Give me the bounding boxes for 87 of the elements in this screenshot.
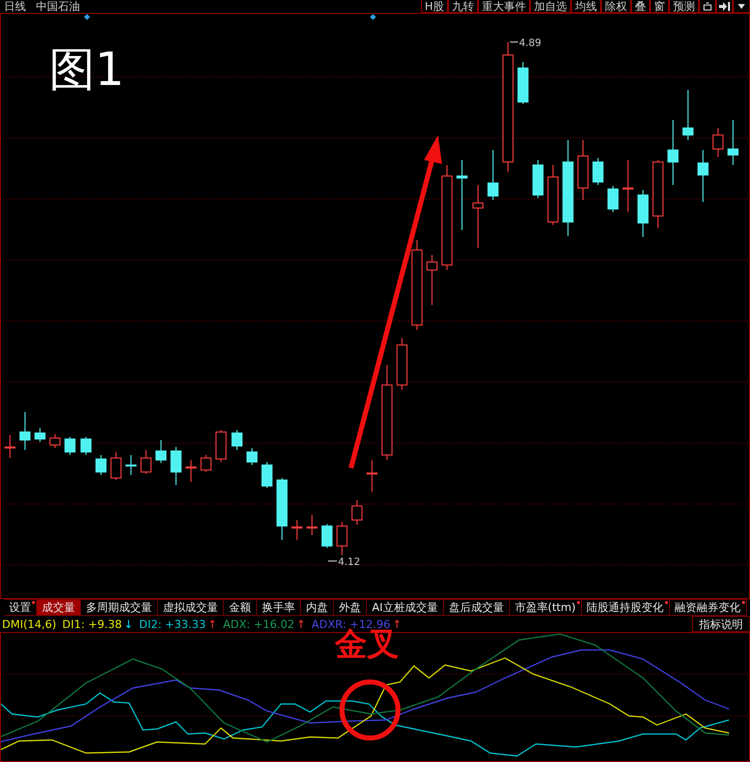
indicator-tab[interactable]: 多周期成交量 bbox=[81, 599, 158, 616]
candlestick bbox=[352, 500, 362, 526]
candlestick bbox=[712, 128, 724, 158]
indicator-tab[interactable]: 换手率 bbox=[257, 599, 301, 616]
candlestick bbox=[638, 190, 648, 238]
candlestick bbox=[306, 514, 318, 536]
toolbar-button[interactable]: 叠 bbox=[631, 0, 650, 13]
window-icon bbox=[703, 2, 712, 10]
candlestick bbox=[652, 160, 664, 228]
toolbar-button[interactable]: 预测 bbox=[669, 0, 699, 13]
toolbar-button[interactable]: 重大事件 bbox=[478, 0, 530, 13]
indicator-name: DMI(14,6) bbox=[2, 618, 56, 630]
candlestick bbox=[4, 434, 16, 458]
candlestick bbox=[64, 436, 76, 456]
candlestick bbox=[578, 140, 588, 200]
event-marker-icon bbox=[370, 14, 376, 20]
candlestick bbox=[96, 454, 106, 476]
indicator-tab[interactable]: 设置 bbox=[4, 599, 37, 616]
candlestick bbox=[592, 158, 604, 186]
indicator-value: ADX: +16.02 bbox=[222, 618, 294, 630]
figure-title: 图1 bbox=[49, 42, 124, 96]
candlestick bbox=[456, 160, 468, 230]
stock-name: 中国石油 bbox=[36, 0, 80, 13]
indicator-tab[interactable]: 融资融券变化 bbox=[670, 599, 747, 616]
candlestick bbox=[728, 120, 738, 166]
toolbar-button[interactable]: 窗 bbox=[650, 0, 669, 13]
candlestick bbox=[322, 524, 332, 548]
candlestick bbox=[426, 254, 438, 306]
candlestick bbox=[518, 62, 528, 104]
trend-arrow: ↓ bbox=[124, 618, 134, 630]
indicator-tab[interactable]: 成交量 bbox=[37, 599, 81, 616]
candlestick bbox=[532, 160, 544, 198]
candlestick bbox=[682, 90, 694, 140]
indicator-tab[interactable]: 陆股通持股变化 bbox=[582, 599, 670, 616]
candlestick bbox=[548, 164, 558, 226]
indicator-tab[interactable]: 内盘 bbox=[301, 599, 334, 616]
exit-icon bbox=[719, 2, 730, 10]
toolbar-button[interactable]: 九转 bbox=[448, 0, 478, 13]
indicator-tab[interactable]: 市盈率(ttm) bbox=[510, 599, 582, 616]
caret-icon bbox=[738, 4, 745, 8]
candlestick bbox=[668, 120, 678, 186]
dropdown-button[interactable] bbox=[733, 0, 750, 13]
exit-button[interactable] bbox=[716, 0, 733, 13]
candlestick bbox=[170, 446, 182, 486]
candlestick bbox=[698, 150, 708, 202]
candlestick bbox=[140, 450, 152, 474]
candlestick bbox=[366, 460, 378, 492]
indicator-value: DI2: +33.33 bbox=[139, 618, 206, 630]
toolbar-button[interactable]: 均线 bbox=[571, 0, 601, 13]
toolbar-button[interactable]: 加自选 bbox=[530, 0, 571, 13]
candlestick bbox=[292, 520, 302, 540]
trend-arrow: ↑ bbox=[208, 618, 217, 630]
candlestick bbox=[472, 184, 484, 248]
candlestick bbox=[186, 460, 196, 482]
candlestick bbox=[156, 440, 166, 464]
candlestick bbox=[232, 430, 242, 450]
candlestick bbox=[216, 430, 226, 462]
indicator-value: DI1: +9.38 bbox=[62, 618, 122, 630]
candlestick bbox=[262, 462, 272, 488]
candlestick bbox=[336, 522, 348, 556]
help-button[interactable]: 指标说明 bbox=[692, 616, 750, 632]
candlestick bbox=[20, 412, 30, 450]
candlestick bbox=[276, 478, 288, 540]
indicator-tab[interactable]: AI立桩成交量 bbox=[367, 599, 444, 616]
candlestick bbox=[200, 454, 212, 472]
candlestick bbox=[246, 448, 258, 466]
toolbar-button[interactable]: H股 bbox=[420, 0, 448, 13]
candlestick bbox=[126, 454, 136, 476]
window-button[interactable] bbox=[699, 0, 716, 13]
circle-drawing bbox=[340, 680, 400, 740]
trend-arrow: ↑ bbox=[392, 618, 402, 630]
candlestick bbox=[80, 436, 92, 456]
event-marker-icon bbox=[84, 14, 90, 20]
candlestick bbox=[608, 186, 618, 212]
candlestick bbox=[34, 428, 46, 442]
indicator-tab[interactable]: 虚拟成交量 bbox=[158, 599, 224, 616]
indicator-tab[interactable]: 外盘 bbox=[334, 599, 367, 616]
candlestick bbox=[622, 160, 634, 212]
trend-arrow: ↑ bbox=[296, 618, 306, 630]
candlestick bbox=[488, 150, 498, 200]
indicator-tab[interactable]: 金额 bbox=[224, 599, 257, 616]
toolbar-button[interactable]: 除权 bbox=[601, 0, 631, 13]
indicator-tab[interactable]: 盘后成交量 bbox=[444, 599, 510, 616]
period-label: 日线 bbox=[4, 0, 26, 13]
candlestick bbox=[50, 434, 60, 448]
candlestick bbox=[396, 338, 408, 390]
candlestick bbox=[110, 452, 122, 480]
